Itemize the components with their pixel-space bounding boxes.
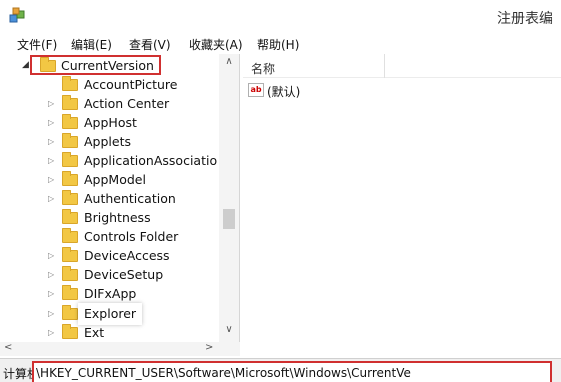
tree-item-explorer-popup[interactable]: Explorer bbox=[78, 303, 142, 325]
menu-bar: 文件(F) 编辑(E) 查看(V) 收藏夹(A) 帮助(H) bbox=[0, 34, 561, 54]
expand-arrow-icon[interactable]: ▷ bbox=[48, 194, 54, 203]
folder-icon bbox=[62, 266, 78, 281]
value-name: (默认) bbox=[267, 85, 301, 99]
status-path: \HKEY_CURRENT_USER\Software\Microsoft\Wi… bbox=[36, 366, 411, 380]
tree-item-label: DeviceAccess bbox=[84, 248, 170, 263]
status-bar: 计算机 \HKEY_CURRENT_USER\Software\Microsof… bbox=[0, 358, 561, 382]
column-divider[interactable] bbox=[384, 54, 385, 78]
tree-item-label: Authentication bbox=[84, 191, 176, 206]
scroll-right-icon[interactable]: > bbox=[205, 342, 213, 353]
tree-item-label: DIFxApp bbox=[84, 286, 137, 301]
tree-item-label: DeviceSetup bbox=[84, 267, 164, 282]
tree-item-label: CurrentVersion bbox=[61, 58, 154, 73]
registry-values-pane[interactable]: 名称 ab (默认) bbox=[243, 54, 561, 356]
expand-arrow-icon[interactable]: ▷ bbox=[48, 309, 54, 318]
menu-file[interactable]: 文件(F) bbox=[17, 36, 57, 53]
folder-icon bbox=[40, 57, 56, 72]
folder-icon bbox=[62, 247, 78, 262]
tree-item-label: ApplicationAssociatio bbox=[84, 153, 218, 168]
expand-arrow-icon[interactable]: ▷ bbox=[48, 99, 54, 108]
folder-icon bbox=[62, 324, 78, 339]
menu-edit[interactable]: 编辑(E) bbox=[71, 36, 112, 53]
tree-item-label: AppModel bbox=[84, 172, 146, 187]
column-header-name[interactable]: 名称 bbox=[251, 60, 275, 77]
folder-icon bbox=[62, 305, 78, 320]
expand-arrow-icon[interactable]: ▷ bbox=[48, 270, 54, 279]
tree-item-label: Explorer bbox=[84, 306, 137, 321]
tree-item-label: Controls Folder bbox=[84, 229, 179, 244]
tree-vertical-scrollbar[interactable]: ∧ ∨ bbox=[219, 54, 239, 342]
tree-item-label: Brightness bbox=[84, 210, 151, 225]
tree-horizontal-scrollbar[interactable]: < > bbox=[0, 342, 240, 356]
tree-item-currentversion-selected[interactable]: CurrentVersion bbox=[30, 55, 161, 75]
scroll-up-icon[interactable]: ∧ bbox=[219, 56, 239, 70]
folder-icon bbox=[62, 209, 78, 224]
tree-item-label: Ext bbox=[84, 325, 105, 340]
folder-icon bbox=[62, 190, 78, 205]
menu-favorites[interactable]: 收藏夹(A) bbox=[189, 36, 243, 53]
string-value-icon: ab bbox=[248, 83, 264, 97]
folder-icon bbox=[62, 152, 78, 167]
window-title: 注册表编 bbox=[497, 11, 553, 27]
column-header: 名称 bbox=[243, 54, 561, 78]
folder-icon bbox=[62, 228, 78, 243]
folder-icon bbox=[62, 114, 78, 129]
scroll-left-icon[interactable]: < bbox=[4, 342, 12, 353]
expand-arrow-icon[interactable]: ▷ bbox=[48, 118, 54, 127]
expand-arrow-icon[interactable]: ▷ bbox=[48, 328, 54, 337]
menu-help[interactable]: 帮助(H) bbox=[257, 36, 299, 53]
tree-item-label: Action Center bbox=[84, 96, 170, 111]
folder-icon bbox=[62, 133, 78, 148]
tree-item-label: Applets bbox=[84, 134, 131, 149]
tree-item-label: AccountPicture bbox=[84, 77, 178, 92]
folder-icon bbox=[62, 171, 78, 186]
menu-view[interactable]: 查看(V) bbox=[129, 36, 171, 53]
expand-arrow-icon[interactable]: ▷ bbox=[48, 137, 54, 146]
scroll-down-icon[interactable]: ∨ bbox=[219, 324, 239, 338]
expand-arrow-icon[interactable]: ▷ bbox=[48, 251, 54, 260]
status-path-highlight: \HKEY_CURRENT_USER\Software\Microsoft\Wi… bbox=[32, 361, 552, 382]
scroll-thumb[interactable] bbox=[223, 209, 235, 229]
title-bar: 注册表编 bbox=[0, 0, 561, 34]
folder-icon bbox=[62, 285, 78, 300]
registry-app-icon bbox=[9, 7, 25, 23]
folder-icon bbox=[62, 76, 78, 91]
expand-arrow-icon[interactable]: ▷ bbox=[48, 156, 54, 165]
collapse-arrow-icon[interactable]: ◢ bbox=[22, 60, 29, 70]
expand-arrow-icon[interactable]: ▷ bbox=[48, 289, 54, 298]
folder-icon bbox=[62, 95, 78, 110]
expand-arrow-icon[interactable]: ▷ bbox=[48, 175, 54, 184]
tree-item-label: AppHost bbox=[84, 115, 137, 130]
